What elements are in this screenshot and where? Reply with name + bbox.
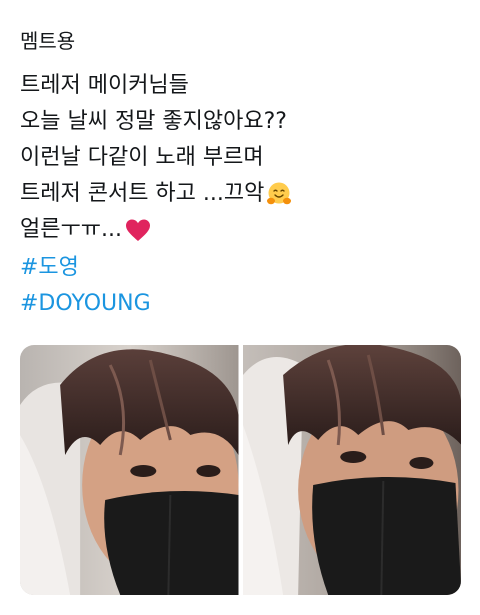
tweet-photo-2[interactable] — [242, 345, 461, 595]
tweet-line-4: 트레저 콘서트 하고 ...끄악 — [20, 176, 460, 212]
tweet-line-1-text: 트레저 메이커님들 — [20, 73, 189, 98]
tweet-line-1: 트레저 메이커님들 — [20, 68, 460, 104]
tweet-photo-1[interactable] — [20, 345, 239, 595]
hashtag-doyoung-english[interactable]: #DOYOUNG — [20, 286, 151, 322]
tweet-media-grid — [20, 345, 461, 595]
selfie-photo-2-image — [242, 345, 461, 595]
tweet-line-3: 이런날 다같이 노래 부르며 — [20, 140, 460, 176]
hugging-face-emoji-icon — [266, 181, 292, 207]
tweet-line-5-text: 얼른ㅜㅠ... — [20, 217, 122, 242]
tweet-card: 멤트용 트레저 메이커님들 오늘 날씨 정말 좋지않아요?? 이런날 다같이 노… — [0, 0, 480, 615]
red-heart-emoji-icon — [124, 217, 152, 243]
hashtag-doyoung-korean[interactable]: #도영 — [20, 250, 151, 286]
tweet-hashtags: #도영 #DOYOUNG — [20, 250, 151, 322]
tweet-body: 트레저 메이커님들 오늘 날씨 정말 좋지않아요?? 이런날 다같이 노래 부르… — [20, 68, 460, 248]
tweet-line-4-text: 트레저 콘서트 하고 ...끄악 — [20, 181, 265, 206]
tweet-header-text: 멤트용 — [20, 29, 76, 53]
tweet-line-2: 오늘 날씨 정말 좋지않아요?? — [20, 104, 460, 140]
tweet-line-5: 얼른ㅜㅠ... — [20, 212, 460, 248]
tweet-line-2-text: 오늘 날씨 정말 좋지않아요?? — [20, 109, 287, 134]
selfie-photo-1-image — [20, 345, 239, 595]
tweet-line-3-text: 이런날 다같이 노래 부르며 — [20, 145, 264, 170]
